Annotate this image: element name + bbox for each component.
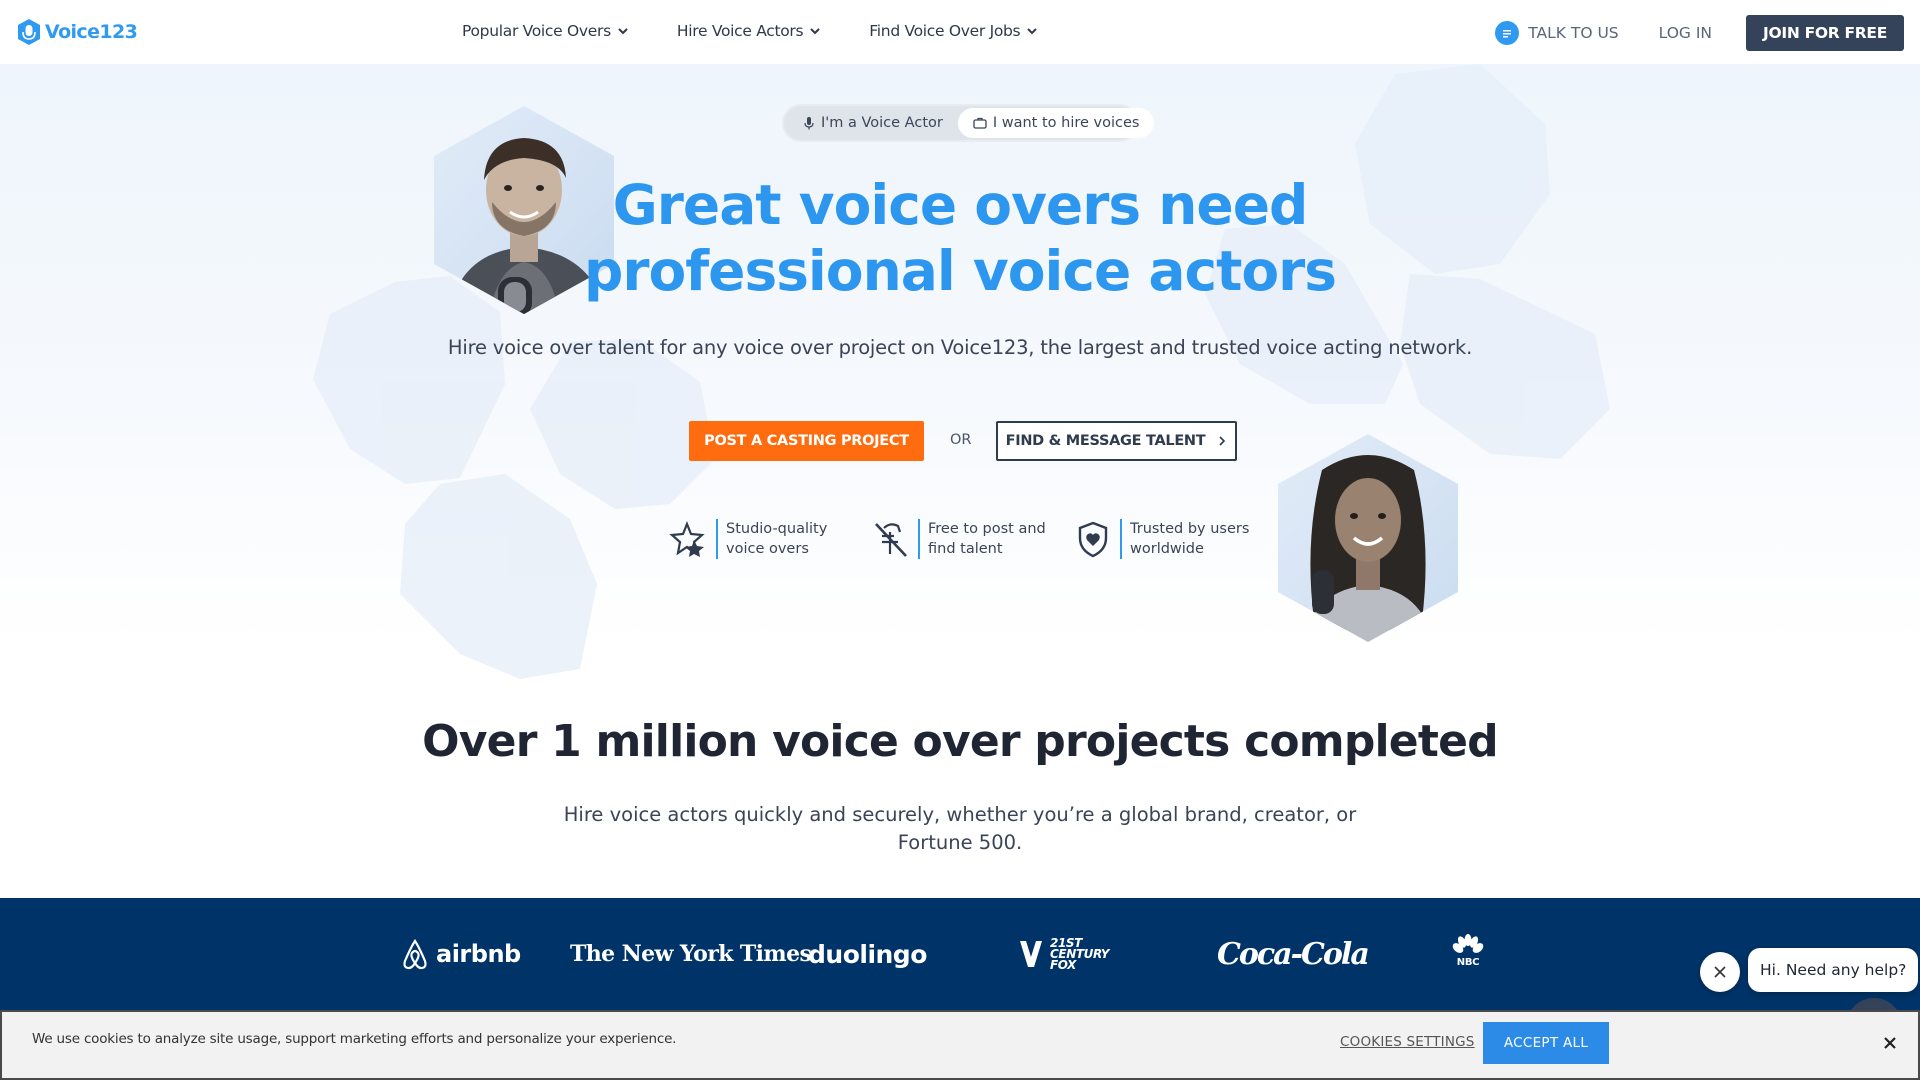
talk-to-us-link[interactable]: TALK TO US [1495,21,1619,45]
new-york-times-logo: The New York Times [570,941,812,967]
duolingo-logo: duolingo [808,939,927,969]
fox-searchlight-icon [1020,938,1042,967]
feature-text: Trusted by users worldwide [1130,519,1249,559]
female-voice-actor-portrait [1278,434,1458,642]
chat-greeting-bubble[interactable]: Hi. Need any help? [1748,948,1919,992]
feature-line: voice overs [726,541,809,557]
shield-heart-icon [1078,521,1108,558]
chat-dismiss-button[interactable] [1700,952,1740,992]
star-icon [669,521,705,557]
nbc-wordmark: NBC [1456,957,1480,968]
nbc-peacock-icon [1452,934,1484,953]
chevron-down-icon [1027,28,1038,35]
hero-headline: Great voice overs need professional voic… [560,172,1360,304]
feature-line: find talent [928,541,1003,557]
top-nav-bar: Voice123 Popular Voice Overs Hire Voice … [0,0,1920,64]
feature-list: Studio-quality voice overs Free to post … [0,518,1920,578]
toggle-voice-actor-label: I'm a Voice Actor [821,115,943,131]
cookies-settings-link[interactable]: COOKIES SETTINGS [1340,1034,1475,1050]
hero-section: I'm a Voice Actor I want to hire voices … [0,64,1920,894]
close-icon[interactable] [1879,1032,1901,1054]
audience-toggle: I'm a Voice Actor I want to hire voices [782,104,1155,142]
fox-wordmark: 21ST CENTURY FOX [1050,937,1109,972]
headline-line-2: professional voice actors [583,239,1337,303]
briefcase-icon [973,117,987,129]
nav-popular-voice-overs[interactable]: Popular Voice Overs [462,22,629,40]
feature-divider [918,519,920,559]
feature-line: Studio-quality [726,521,828,537]
21st-century-fox-logo: 21ST CENTURY FOX [1016,934,1109,974]
account-nav: TALK TO US LOG IN JOIN FOR FREE [1495,15,1904,51]
feature-line: Free to post and [928,521,1046,537]
find-message-talent-label: FIND & MESSAGE TALENT [1005,433,1206,449]
accept-all-cookies-button[interactable]: ACCEPT ALL [1483,1022,1609,1064]
chevron-down-icon [810,28,821,35]
toggle-hire-voices[interactable]: I want to hire voices [957,108,1155,138]
close-icon [1714,966,1726,978]
or-separator: OR [950,432,972,448]
feature-text: Free to post and find talent [928,519,1046,559]
nav-label: Find Voice Over Jobs [869,22,1021,40]
post-casting-project-button[interactable]: POST A CASTING PROJECT [689,421,924,461]
toggle-voice-actor[interactable]: I'm a Voice Actor [788,108,958,138]
airbnb-wordmark: airbnb [436,940,521,968]
microphone-icon [804,117,814,130]
nav-hire-voice-actors[interactable]: Hire Voice Actors [677,22,821,40]
airbnb-icon [403,939,427,970]
feature-divider [1120,519,1122,559]
chat-icon [1495,21,1520,45]
headline-line-1: Great voice overs need [612,173,1309,237]
cta-row: POST A CASTING PROJECT OR FIND & MESSAGE… [0,421,1920,461]
feature-text: Studio-quality voice overs [726,519,827,559]
cookie-message: We use cookies to analyze site usage, su… [32,1031,677,1047]
projects-completed-title: Over 1 million voice over projects compl… [422,716,1498,767]
no-fee-icon [875,523,907,557]
coca-cola-logo: Coca-Cola [1217,936,1370,972]
hero-subheadline: Hire voice over talent for any voice ove… [447,336,1473,359]
feature-divider [716,519,718,559]
cookie-consent-bar: We use cookies to analyze site usage, su… [0,1010,1920,1080]
toggle-hire-voices-label: I want to hire voices [992,115,1140,131]
feature-line: Trusted by users [1130,521,1250,537]
feature-item: Trusted by users worldwide [1072,518,1249,560]
join-for-free-button[interactable]: JOIN FOR FREE [1746,15,1904,51]
voice123-logo[interactable]: Voice123 [16,18,138,46]
voice123-logo-icon [18,19,40,45]
feature-item: Studio-quality voice overs [668,518,827,560]
chevron-down-icon [618,28,628,35]
logo-text: Voice123 [45,21,138,43]
talk-to-us-label: TALK TO US [1528,24,1619,42]
feature-item: Free to post and find talent [870,518,1046,560]
chevron-right-icon [1219,436,1226,446]
nav-label: Popular Voice Overs [462,22,611,40]
subtitle-line-1: Hire voice actors quickly and securely, … [563,803,1357,826]
airbnb-logo: airbnb [400,934,521,974]
subtitle-line-2: Fortune 500. [897,831,1023,854]
main-nav: Popular Voice Overs Hire Voice Actors Fi… [462,22,1038,40]
login-link[interactable]: LOG IN [1659,24,1712,42]
feature-line: worldwide [1130,541,1204,557]
projects-completed-subtitle: Hire voice actors quickly and securely, … [560,801,1360,857]
nav-find-voice-over-jobs[interactable]: Find Voice Over Jobs [869,22,1038,40]
find-message-talent-button[interactable]: FIND & MESSAGE TALENT [996,421,1237,461]
fox-line: FOX [1050,957,1077,972]
nbc-logo: NBC [1451,934,1485,974]
nav-label: Hire Voice Actors [676,22,804,40]
